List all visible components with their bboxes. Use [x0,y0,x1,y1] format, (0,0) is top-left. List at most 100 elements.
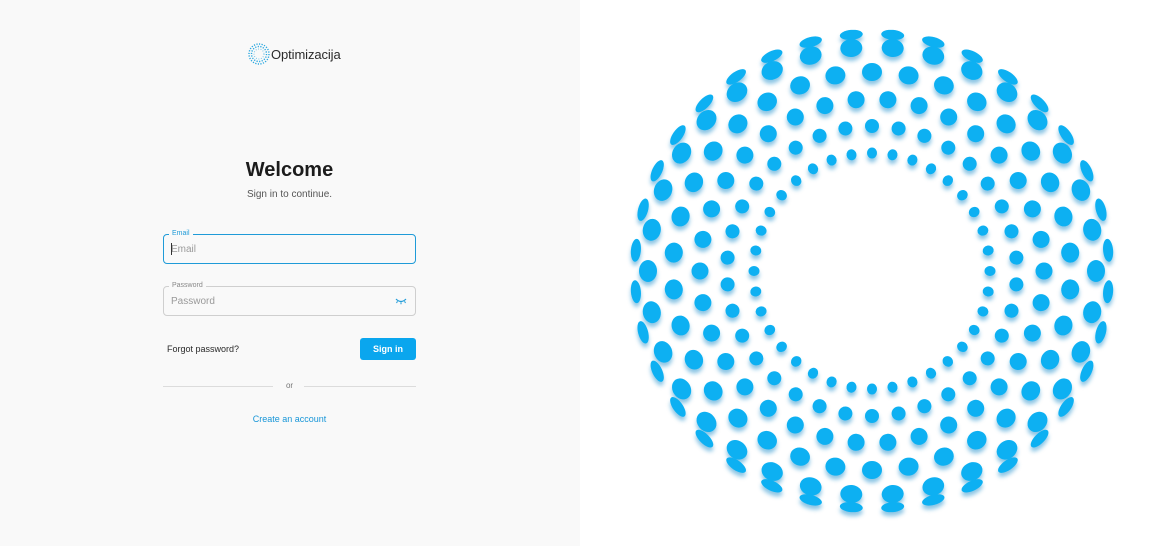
art-dot [684,349,704,370]
art-dot [671,315,690,336]
email-field[interactable]: Email [163,229,416,264]
art-dot [735,199,750,214]
art-dot [1040,349,1060,370]
art-dot [962,371,977,386]
art-dot [750,245,762,256]
art-dot [735,328,750,343]
art-dot [865,409,879,423]
art-dot [788,387,803,402]
art-dot [759,399,777,417]
art-dot [1023,200,1041,218]
art-dot [1083,301,1102,324]
art-dot [847,91,865,109]
art-dot [881,502,905,513]
eye-closed-icon[interactable] [395,297,407,305]
art-dot [1061,242,1080,263]
art-dot [980,351,995,366]
art-dot [862,63,882,81]
password-input[interactable] [164,287,415,315]
art-dot [1054,315,1073,336]
art-dot [942,175,954,186]
art-dot [980,176,995,191]
art-dot [767,371,782,386]
art-dot [982,286,994,297]
art-dot [967,430,987,450]
art-dot [940,416,958,434]
art-dot [1023,324,1041,342]
art-dot [879,433,897,451]
art-dot [891,406,906,421]
art-dot [755,306,767,317]
art-dot [786,416,804,434]
art-dot [922,477,945,496]
art-dot [942,356,954,367]
art-dot [1035,262,1053,280]
art-dot [807,367,819,379]
art-dot [982,245,994,256]
art-dot [881,484,904,504]
forgot-password-link[interactable]: Forgot password? [167,344,239,354]
art-dot [664,242,683,263]
art-dot [764,324,776,336]
art-dot [994,328,1009,343]
art-dot [717,352,735,370]
art-dot [967,125,985,143]
art-dot [887,149,898,161]
art-dot [1009,250,1024,265]
art-dot [1087,260,1105,282]
art-dot [962,156,977,171]
art-dot [630,280,641,304]
art-dot [994,199,1009,214]
art-dot [1009,172,1027,189]
art-dot [990,378,1008,396]
art-dot [1004,303,1019,318]
art-dot [637,198,649,221]
art-dot [840,38,863,58]
art-dot [790,76,810,95]
password-field[interactable]: Password [163,281,416,316]
art-dot [1054,206,1073,227]
art-dot [846,149,857,161]
art-dot [757,92,777,112]
art-dot [1009,277,1024,292]
art-dot [694,294,712,312]
art-dot [694,230,712,248]
page-title: Welcome [245,159,334,181]
art-dot [749,351,764,366]
create-account-link[interactable]: Create an account [163,414,416,424]
art-dot [1083,218,1102,241]
art-dot [630,238,641,262]
art-dot [840,484,863,504]
brand-name: Optimizacija [271,46,341,62]
art-dot [1103,238,1114,262]
art-dot [691,262,709,280]
art-dot [642,301,661,324]
art-dot [717,172,735,190]
art-dot [825,66,846,85]
art-dot [922,46,945,65]
dotted-ring-artwork [630,29,1114,513]
sign-in-button[interactable]: Sign in [360,338,416,360]
art-dot [812,128,827,143]
art-dot [846,381,857,393]
art-dot [1021,381,1041,401]
art-dot [879,91,897,109]
art-dot [1103,280,1114,304]
art-dot [996,114,1016,134]
art-dot [907,376,918,388]
art-dot [977,225,989,236]
email-input[interactable] [164,235,415,263]
art-dot [799,477,822,496]
divider-line-right [304,386,416,387]
art-dot [790,356,802,367]
art-dot [865,119,879,133]
art-dot [816,427,834,445]
art-dot [728,114,748,134]
art-dot [839,29,863,40]
art-dot [637,321,649,344]
art-dot [941,140,956,155]
art-dot [907,154,918,166]
art-dot [990,146,1008,164]
art-dot [764,206,776,218]
art-dot [862,461,882,479]
